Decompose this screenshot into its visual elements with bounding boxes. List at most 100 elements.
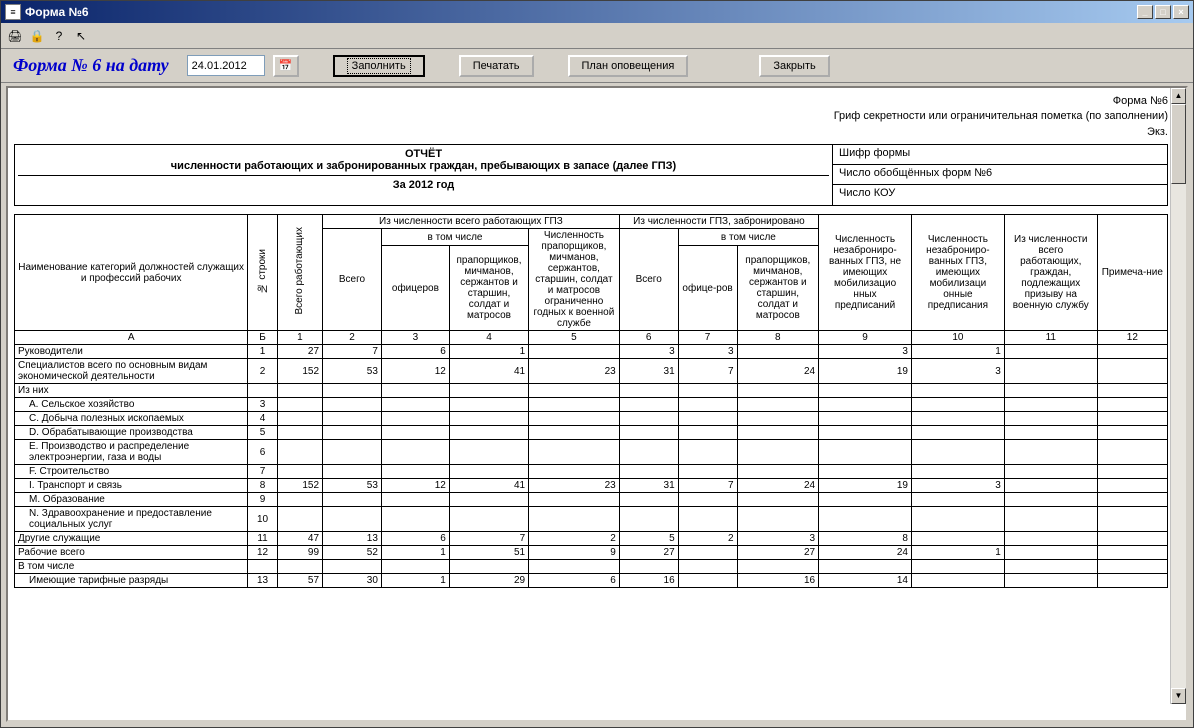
- data-cell[interactable]: [381, 507, 449, 532]
- data-cell[interactable]: [678, 440, 737, 465]
- table-row[interactable]: A. Сельское хозяйство3: [15, 398, 1168, 412]
- data-cell[interactable]: 7: [449, 532, 528, 546]
- data-cell[interactable]: [1004, 426, 1097, 440]
- data-cell[interactable]: [1004, 532, 1097, 546]
- data-cell[interactable]: [678, 412, 737, 426]
- data-cell[interactable]: [1097, 507, 1167, 532]
- data-cell[interactable]: [381, 412, 449, 426]
- data-cell[interactable]: [381, 426, 449, 440]
- data-cell[interactable]: 9: [529, 546, 620, 560]
- data-cell[interactable]: 41: [449, 479, 528, 493]
- data-cell[interactable]: [277, 426, 322, 440]
- data-cell[interactable]: 6: [529, 574, 620, 588]
- maximize-button[interactable]: □: [1155, 5, 1171, 19]
- data-cell[interactable]: [678, 560, 737, 574]
- data-cell[interactable]: [737, 507, 819, 532]
- data-cell[interactable]: [1004, 493, 1097, 507]
- data-cell[interactable]: [911, 532, 1004, 546]
- table-row[interactable]: Другие служащие1147136725238: [15, 532, 1168, 546]
- data-cell[interactable]: [1097, 398, 1167, 412]
- data-cell[interactable]: [381, 398, 449, 412]
- data-cell[interactable]: [1004, 574, 1097, 588]
- close-window-button[interactable]: ×: [1173, 5, 1189, 19]
- data-cell[interactable]: 99: [277, 546, 322, 560]
- data-cell[interactable]: [737, 412, 819, 426]
- data-cell[interactable]: [1004, 440, 1097, 465]
- data-cell[interactable]: [529, 384, 620, 398]
- data-cell[interactable]: 5: [619, 532, 678, 546]
- data-cell[interactable]: [737, 345, 819, 359]
- help-icon[interactable]: ?: [51, 28, 67, 44]
- data-cell[interactable]: [1004, 507, 1097, 532]
- data-cell[interactable]: 7: [323, 345, 382, 359]
- data-cell[interactable]: [819, 440, 912, 465]
- data-cell[interactable]: [619, 440, 678, 465]
- data-cell[interactable]: 23: [529, 359, 620, 384]
- data-cell[interactable]: [678, 384, 737, 398]
- data-cell[interactable]: [449, 507, 528, 532]
- data-cell[interactable]: [911, 398, 1004, 412]
- data-cell[interactable]: 7: [678, 479, 737, 493]
- data-cell[interactable]: [277, 384, 322, 398]
- data-cell[interactable]: [1097, 560, 1167, 574]
- data-cell[interactable]: [819, 398, 912, 412]
- pointer-help-icon[interactable]: ↖: [73, 28, 89, 44]
- scroll-down-button[interactable]: ▼: [1171, 688, 1186, 704]
- data-cell[interactable]: [277, 412, 322, 426]
- data-cell[interactable]: 14: [819, 574, 912, 588]
- data-cell[interactable]: [619, 493, 678, 507]
- data-cell[interactable]: 16: [737, 574, 819, 588]
- data-cell[interactable]: 6: [381, 345, 449, 359]
- data-cell[interactable]: 3: [819, 345, 912, 359]
- data-cell[interactable]: [323, 507, 382, 532]
- date-input[interactable]: [187, 55, 265, 76]
- data-cell[interactable]: [529, 493, 620, 507]
- data-cell[interactable]: 31: [619, 359, 678, 384]
- data-cell[interactable]: [529, 507, 620, 532]
- table-row[interactable]: Из них: [15, 384, 1168, 398]
- lock-icon[interactable]: 🔒: [29, 28, 45, 44]
- data-cell[interactable]: [1004, 359, 1097, 384]
- data-cell[interactable]: [381, 493, 449, 507]
- data-cell[interactable]: [1004, 345, 1097, 359]
- data-cell[interactable]: [1097, 384, 1167, 398]
- data-cell[interactable]: [449, 465, 528, 479]
- data-cell[interactable]: [449, 560, 528, 574]
- print-icon[interactable]: 🖨: [7, 28, 23, 44]
- table-row[interactable]: D. Обрабатывающие производства5: [15, 426, 1168, 440]
- data-cell[interactable]: [911, 574, 1004, 588]
- data-cell[interactable]: [1097, 479, 1167, 493]
- data-cell[interactable]: [737, 465, 819, 479]
- data-cell[interactable]: [277, 465, 322, 479]
- data-cell[interactable]: [1097, 532, 1167, 546]
- data-cell[interactable]: [911, 465, 1004, 479]
- data-cell[interactable]: 2: [529, 532, 620, 546]
- data-cell[interactable]: [1097, 465, 1167, 479]
- data-cell[interactable]: 27: [277, 345, 322, 359]
- data-cell[interactable]: 16: [619, 574, 678, 588]
- data-cell[interactable]: 47: [277, 532, 322, 546]
- data-cell[interactable]: [277, 560, 322, 574]
- data-cell[interactable]: [911, 507, 1004, 532]
- data-cell[interactable]: 51: [449, 546, 528, 560]
- data-cell[interactable]: [529, 465, 620, 479]
- plan-button[interactable]: План оповещения: [568, 55, 689, 77]
- data-cell[interactable]: [619, 398, 678, 412]
- data-cell[interactable]: 23: [529, 479, 620, 493]
- table-row[interactable]: E. Производство и распределение электроэ…: [15, 440, 1168, 465]
- vertical-scrollbar[interactable]: ▲ ▼: [1170, 88, 1186, 704]
- data-cell[interactable]: [737, 493, 819, 507]
- data-cell[interactable]: [323, 412, 382, 426]
- data-cell[interactable]: [1004, 384, 1097, 398]
- data-cell[interactable]: [449, 384, 528, 398]
- data-cell[interactable]: 3: [737, 532, 819, 546]
- table-row[interactable]: I. Транспорт и связь81525312412331724193: [15, 479, 1168, 493]
- table-row[interactable]: Специалистов всего по основным видам эко…: [15, 359, 1168, 384]
- data-cell[interactable]: 12: [381, 479, 449, 493]
- data-cell[interactable]: [678, 426, 737, 440]
- table-row[interactable]: Рабочие всего12995215192727241: [15, 546, 1168, 560]
- data-cell[interactable]: [678, 507, 737, 532]
- data-cell[interactable]: [529, 412, 620, 426]
- data-cell[interactable]: [277, 398, 322, 412]
- data-cell[interactable]: [678, 574, 737, 588]
